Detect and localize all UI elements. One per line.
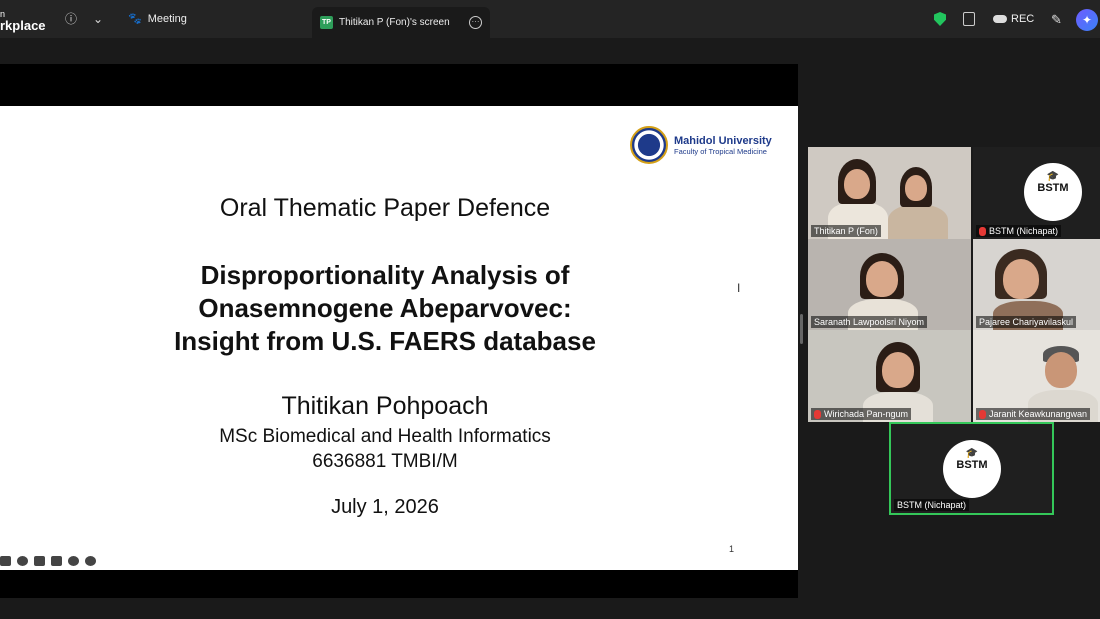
program-info: MSc Biomedical and Health Informatics 66…	[0, 424, 770, 474]
top-bar: n rkplace ⓘ ⌄ 🐾 Meeting TP Thitikan P (F…	[0, 0, 1100, 38]
presentation-slide: Mahidol University Faculty of Tropical M…	[0, 106, 798, 570]
participant-tile[interactable]: 🎓 BSTM BSTM (Nichapat)	[973, 147, 1100, 239]
captions-icon[interactable]	[34, 556, 45, 566]
participant-tile[interactable]: Pajaree Chariyavilaskul	[973, 239, 1100, 330]
slide-title: Disproportionality Analysis of Onasemnog…	[0, 259, 770, 358]
university-logo: Mahidol University Faculty of Tropical M…	[630, 126, 772, 164]
participant-tile[interactable]: Saranath Lawpoolsri Niyom	[808, 239, 971, 330]
record-button[interactable]: REC	[993, 13, 1034, 25]
next-icon[interactable]	[85, 556, 96, 566]
presenter-name: Thitikan Pohpoach	[281, 392, 489, 420]
meeting-tab[interactable]: 🐾 Meeting	[128, 12, 187, 26]
participant-tile[interactable]: Wirichada Pan-ngum	[808, 330, 971, 422]
slide-page-number: 1	[729, 544, 735, 554]
participant-name: Wirichada Pan-ngum	[811, 408, 912, 420]
bstm-logo: 🎓 BSTM	[1024, 163, 1082, 221]
cloud-icon	[993, 15, 1007, 23]
slide-toolbar	[0, 556, 96, 566]
panel-resize-handle[interactable]	[800, 314, 803, 344]
pen-icon[interactable]	[0, 556, 11, 566]
participant-name: Thitikan P (Fon)	[811, 225, 881, 237]
participant-name: BSTM (Nichapat)	[976, 225, 1062, 237]
app-brand: n rkplace	[0, 8, 46, 32]
student-id: 6636881 TMBI/M	[312, 451, 458, 472]
participant-name: Saranath Lawpoolsri Niyom	[811, 316, 928, 328]
title-line-1: Disproportionality Analysis of	[200, 260, 570, 290]
bstm-logo: 🎓 BSTM	[943, 440, 1001, 498]
presentation-date: July 1, 2026	[331, 496, 439, 518]
record-label: REC	[1011, 13, 1035, 25]
chevron-down-icon[interactable]: ⌄	[90, 11, 106, 27]
university-seal-icon	[630, 126, 668, 164]
participant-name: BSTM (Nichapat)	[894, 499, 970, 511]
participant-tile[interactable]: Jaranit Keawkunangwan	[973, 330, 1100, 422]
more-icon[interactable]	[68, 556, 79, 566]
logo-university-name: Mahidol University	[674, 134, 772, 147]
title-line-3: Insight from U.S. FAERS database	[174, 326, 596, 356]
participant-name: Pajaree Chariyavilaskul	[976, 316, 1077, 328]
ai-companion-icon[interactable]: ✦	[1076, 9, 1098, 31]
mic-off-icon	[979, 409, 986, 419]
logo-faculty-name: Faculty of Tropical Medicine	[674, 146, 767, 156]
participant-badge: TP	[320, 16, 333, 29]
shield-icon[interactable]	[934, 12, 946, 26]
notes-icon[interactable]	[963, 12, 975, 26]
participant-tile[interactable]: Thitikan P (Fon)	[808, 147, 971, 239]
title-line-2: Onasemnogene Abeparvovec:	[198, 293, 572, 323]
zoom-icon[interactable]	[17, 556, 28, 566]
share-tab-label: Thitikan P (Fon)'s screen	[339, 17, 450, 28]
more-options-icon[interactable]: ···	[469, 16, 482, 29]
annotate-icon[interactable]: ✎	[1051, 12, 1062, 28]
paw-icon: 🐾	[128, 13, 142, 25]
info-icon[interactable]: ⓘ	[63, 11, 79, 27]
slide-subtitle: Oral Thematic Paper Defence	[219, 194, 551, 222]
mic-off-icon	[814, 409, 821, 419]
graduation-cap-icon: 🎓	[965, 448, 979, 459]
camera-icon[interactable]	[51, 556, 62, 566]
share-screen-tab[interactable]: TP Thitikan P (Fon)'s screen ···	[312, 7, 490, 38]
program-name: MSc Biomedical and Health Informatics	[219, 426, 551, 447]
mic-off-icon	[979, 226, 986, 236]
meeting-label: Meeting	[147, 12, 187, 25]
text-cursor: I	[737, 281, 741, 295]
graduation-cap-icon: 🎓	[1046, 171, 1060, 182]
active-speaker-tile[interactable]: 🎓 BSTM BSTM (Nichapat)	[889, 422, 1054, 515]
brand-line2: rkplace	[0, 18, 46, 33]
participant-name: Jaranit Keawkunangwan	[976, 408, 1091, 420]
